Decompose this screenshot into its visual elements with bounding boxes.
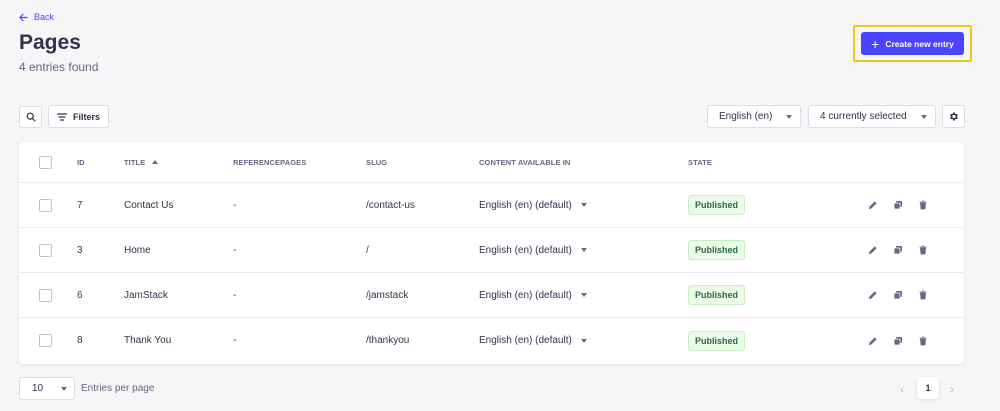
row-checkbox[interactable]: [39, 288, 52, 302]
column-header-slug[interactable]: SLUG: [366, 142, 387, 182]
trash-icon[interactable]: [916, 288, 930, 302]
cell-id: 6: [77, 289, 83, 301]
column-header-state: STATE: [688, 157, 712, 167]
chevron-down-icon: [921, 114, 927, 119]
chevron-down-icon: [786, 114, 792, 119]
chevron-right-icon: ›: [950, 381, 954, 396]
entries-count: 4 entries found: [19, 60, 99, 74]
cell-id: 8: [77, 335, 83, 346]
cell-slug: /jamstack: [366, 289, 409, 301]
table-row[interactable]: 7 Contact Us - /contact-us English (en) …: [19, 183, 964, 228]
content-locale-dropdown[interactable]: English (en) (default): [479, 228, 587, 272]
status-badge: Published: [688, 330, 746, 351]
cell-slug: /thankyou: [366, 335, 410, 346]
cell-referencepages: -: [233, 335, 237, 346]
back-label: Back: [34, 12, 55, 22]
table-row[interactable]: 3 Home - / English (en) (default) Publis…: [19, 228, 964, 273]
columns-select[interactable]: 4 currently selected: [808, 105, 936, 128]
create-new-entry-button[interactable]: + Create new entry: [861, 32, 964, 55]
duplicate-icon[interactable]: [891, 243, 905, 257]
chevron-down-icon: [580, 248, 587, 252]
column-header-title[interactable]: TITLE: [124, 142, 159, 182]
entries-table: ID TITLE REFERENCEPAGES SLUG CONTENT AVA…: [19, 142, 964, 364]
back-link[interactable]: Back: [19, 12, 54, 22]
row-checkbox[interactable]: [39, 334, 52, 347]
edit-icon[interactable]: [866, 198, 880, 212]
chevron-down-icon: [61, 386, 67, 391]
cell-title: JamStack: [124, 289, 168, 301]
content-locale-dropdown[interactable]: English (en) (default): [479, 183, 587, 227]
cell-slug: /: [366, 244, 369, 256]
table-row[interactable]: 8 Thank You - /thankyou English (en) (de…: [19, 318, 964, 363]
gear-icon: [950, 112, 958, 121]
content-locale-value: English (en) (default): [479, 199, 572, 211]
table-row[interactable]: 6 JamStack - /jamstack English (en) (def…: [19, 273, 964, 318]
next-page-button[interactable]: ›: [942, 377, 962, 400]
settings-button[interactable]: [942, 105, 965, 128]
duplicate-icon[interactable]: [891, 288, 905, 302]
chevron-left-icon: ‹: [900, 381, 904, 396]
cell-title: Thank You: [124, 335, 172, 346]
cell-title: Home: [124, 244, 151, 256]
locale-select-value: English (en): [719, 111, 773, 122]
entries-per-page-select[interactable]: 10: [19, 377, 75, 400]
entries-per-page-label: Entries per page: [81, 383, 155, 394]
duplicate-icon[interactable]: [891, 198, 905, 212]
content-locale-value: English (en) (default): [479, 244, 572, 256]
chevron-down-icon: [580, 203, 587, 207]
edit-icon[interactable]: [866, 288, 880, 302]
entries-per-page-value: 10: [32, 383, 44, 394]
status-badge: Published: [688, 285, 746, 305]
pagination-page-1[interactable]: 1: [917, 377, 939, 399]
cell-referencepages: -: [233, 244, 237, 256]
cell-referencepages: -: [233, 199, 237, 211]
columns-select-value: 4 currently selected: [820, 111, 907, 122]
plus-icon: +: [871, 35, 880, 52]
status-badge: Published: [688, 195, 746, 215]
arrow-left-icon: [19, 13, 28, 21]
trash-icon[interactable]: [916, 334, 930, 348]
cell-id: 7: [77, 199, 83, 211]
column-header-title-label: TITLE: [124, 157, 146, 167]
table-header-row: ID TITLE REFERENCEPAGES SLUG CONTENT AVA…: [19, 142, 964, 183]
cell-referencepages: -: [233, 289, 237, 301]
create-new-entry-label: Create new entry: [885, 38, 954, 49]
cell-id: 3: [77, 244, 83, 256]
previous-page-button[interactable]: ‹: [892, 377, 912, 400]
status-badge: Published: [688, 240, 746, 260]
content-locale-dropdown[interactable]: English (en) (default): [479, 318, 587, 363]
trash-icon[interactable]: [916, 198, 930, 212]
row-checkbox[interactable]: [39, 198, 52, 212]
filters-button[interactable]: Filters: [48, 105, 109, 128]
chevron-down-icon: [580, 293, 587, 297]
column-header-id[interactable]: ID: [77, 142, 85, 182]
edit-icon[interactable]: [866, 334, 880, 348]
edit-icon[interactable]: [866, 243, 880, 257]
filter-icon: [56, 112, 67, 121]
sort-ascending-icon: [152, 160, 159, 164]
cell-title: Contact Us: [124, 199, 174, 211]
row-checkbox[interactable]: [39, 243, 52, 257]
locale-select[interactable]: English (en): [707, 105, 801, 128]
column-header-referencepages[interactable]: REFERENCEPAGES: [233, 142, 306, 182]
select-all-checkbox[interactable]: [39, 155, 52, 169]
search-button[interactable]: [19, 106, 42, 128]
duplicate-icon[interactable]: [891, 334, 905, 348]
content-locale-value: English (en) (default): [479, 289, 572, 301]
column-header-content-available-in: CONTENT AVAILABLE IN: [479, 157, 571, 167]
chevron-down-icon: [580, 338, 587, 343]
content-locale-dropdown[interactable]: English (en) (default): [479, 273, 587, 317]
page-title: Pages: [19, 31, 81, 54]
trash-icon[interactable]: [916, 243, 930, 257]
search-icon: [26, 112, 36, 122]
filters-label: Filters: [72, 111, 100, 122]
content-locale-value: English (en) (default): [479, 335, 572, 346]
cell-slug: /contact-us: [366, 199, 415, 211]
